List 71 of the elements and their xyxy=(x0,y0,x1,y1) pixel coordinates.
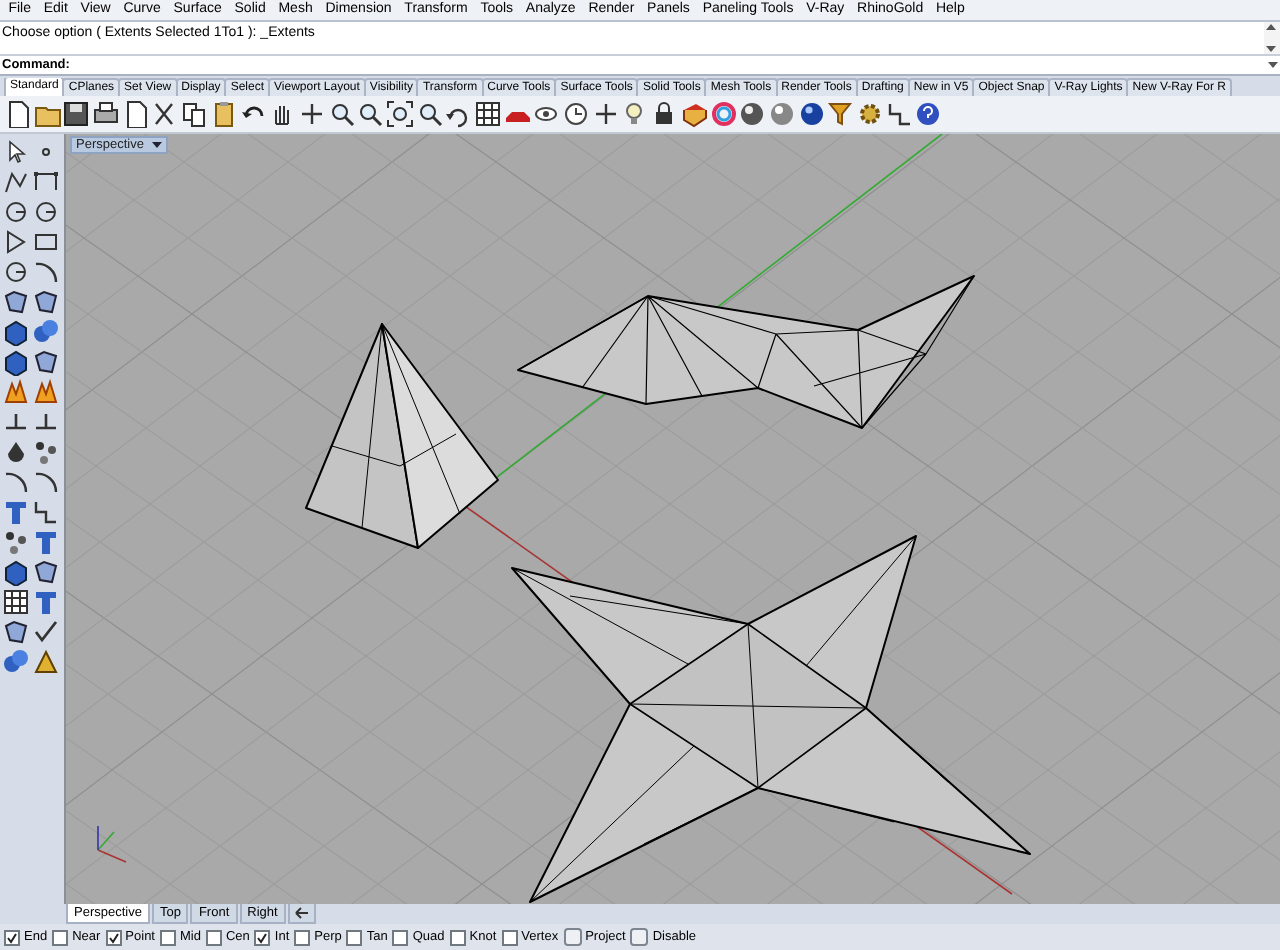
pyramid-drawing[interactable] xyxy=(305,323,499,549)
axis-indicator-icon xyxy=(97,825,127,863)
checkbox[interactable] xyxy=(52,929,69,945)
crosshair-icon[interactable] xyxy=(297,100,326,128)
triangle-icon[interactable] xyxy=(2,228,30,256)
magnifier-icon[interactable] xyxy=(327,100,356,128)
folded-surface-drawing[interactable] xyxy=(517,275,975,429)
help-icon[interactable] xyxy=(914,100,943,128)
text-tool-icon[interactable] xyxy=(32,528,60,556)
check-icon[interactable] xyxy=(32,618,60,646)
step-lines-icon[interactable] xyxy=(885,100,914,128)
checkbox[interactable] xyxy=(4,929,20,945)
box-icon[interactable] xyxy=(2,318,30,346)
document-icon[interactable] xyxy=(121,100,150,128)
magnifier-icon[interactable] xyxy=(356,100,385,128)
rectangle-icon[interactable] xyxy=(32,228,60,256)
sphere-icon[interactable] xyxy=(738,100,767,128)
box-icon[interactable] xyxy=(2,348,30,376)
checkmark-icon xyxy=(6,931,18,943)
checkbox[interactable] xyxy=(205,929,222,945)
text-tool-icon[interactable] xyxy=(32,588,60,616)
drop-icon[interactable] xyxy=(2,438,30,466)
checkbox[interactable] xyxy=(254,929,271,945)
cone-icon[interactable] xyxy=(32,648,60,676)
magnifier-icon[interactable] xyxy=(415,100,444,128)
unfolded-pyramid-net-drawing[interactable] xyxy=(511,535,1031,903)
sphere-icon[interactable] xyxy=(767,100,796,128)
scissors-icon[interactable] xyxy=(150,100,179,128)
arrow-icon xyxy=(293,906,310,920)
control-point-curve-icon[interactable] xyxy=(32,168,60,196)
arc-icon[interactable] xyxy=(32,258,60,286)
circle-icon[interactable] xyxy=(2,198,30,226)
spheres-icon[interactable] xyxy=(2,648,30,676)
arc-icon[interactable] xyxy=(32,468,60,496)
arc-icon[interactable] xyxy=(2,468,30,496)
add-viewport-tab-button[interactable] xyxy=(287,904,316,924)
dropdown-caret-icon[interactable] xyxy=(151,140,162,150)
document-icon[interactable] xyxy=(4,100,32,128)
crosshair-icon[interactable] xyxy=(591,100,620,128)
clock-icon[interactable] xyxy=(562,100,591,128)
box-icon[interactable] xyxy=(2,558,30,586)
circle-icon[interactable] xyxy=(32,198,60,226)
copy-icon[interactable] xyxy=(180,100,209,128)
checkbox[interactable] xyxy=(346,929,363,945)
spheres-icon[interactable] xyxy=(32,318,60,346)
gear-icon[interactable] xyxy=(855,100,884,128)
printer-icon[interactable] xyxy=(92,100,121,128)
checkmark-icon xyxy=(256,931,269,943)
color-wheel-icon[interactable] xyxy=(709,100,737,128)
clipboard-icon[interactable] xyxy=(209,100,238,128)
checkbox[interactable] xyxy=(294,929,311,945)
checkbox[interactable] xyxy=(501,929,518,945)
grid-icon[interactable] xyxy=(474,100,502,128)
nodes-icon[interactable] xyxy=(2,528,30,556)
grid-icon[interactable] xyxy=(2,588,30,616)
checkbox[interactable] xyxy=(105,929,122,945)
checkbox[interactable] xyxy=(449,929,466,945)
checkmark-icon xyxy=(107,931,120,943)
scrollbar[interactable] xyxy=(1264,22,1280,54)
polyline-icon[interactable] xyxy=(2,168,30,196)
funnel-icon[interactable] xyxy=(826,100,855,128)
zoom-extents-icon[interactable] xyxy=(385,100,414,128)
shaded-sphere-icon[interactable] xyxy=(797,100,826,128)
step-lines-icon[interactable] xyxy=(32,498,60,526)
toggle-button[interactable] xyxy=(630,928,649,946)
text-tool-icon[interactable] xyxy=(2,498,30,526)
circle-icon[interactable] xyxy=(2,258,30,286)
checkbox[interactable] xyxy=(392,929,409,945)
nodes-icon[interactable] xyxy=(32,438,60,466)
checkbox[interactable] xyxy=(160,929,176,945)
toggle-button[interactable] xyxy=(563,928,582,946)
